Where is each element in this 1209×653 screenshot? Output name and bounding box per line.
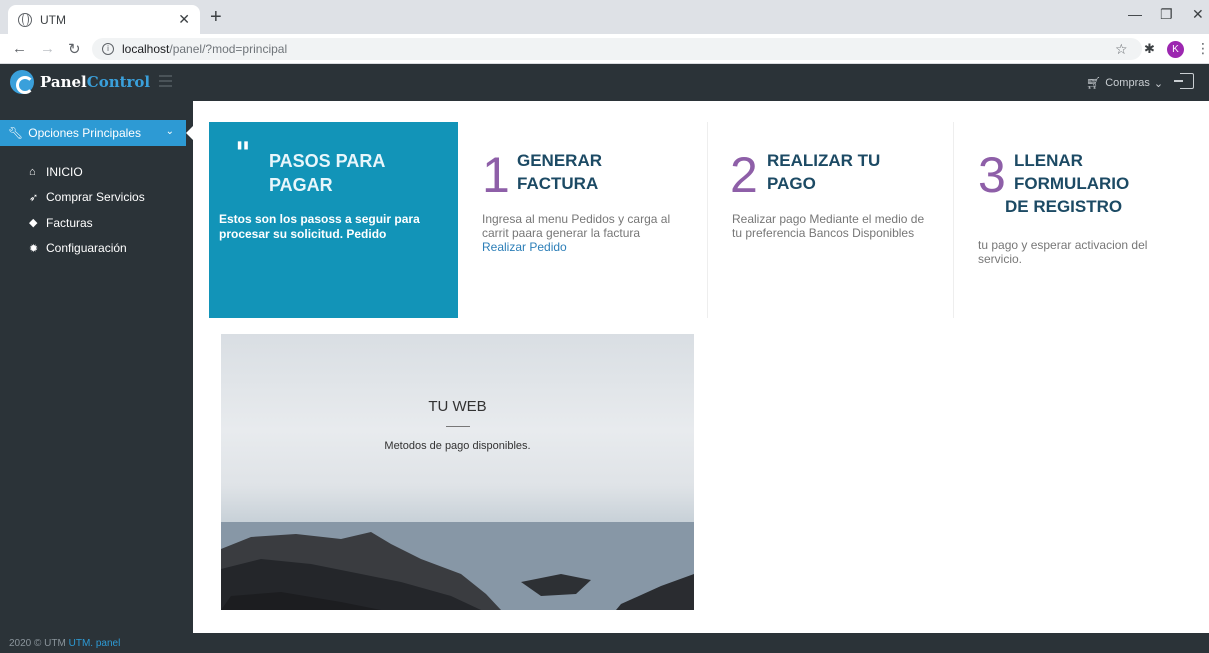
- browser-tab[interactable]: UTM ✕: [8, 5, 200, 34]
- sidebar: 🔧︎ Opciones Principales ⌄ ⌂ INICIO ➶ Com…: [0, 101, 193, 633]
- brand-name: PanelControl: [40, 73, 150, 91]
- step-1: 1 GENERAR FACTURA Ingresa al menu Pedido…: [470, 122, 706, 318]
- sidebar-item-comprar-servicios[interactable]: ➶ Comprar Servicios: [29, 185, 145, 211]
- sidebar-item-label: Comprar Servicios: [46, 190, 145, 205]
- browser-tab-bar: UTM ✕ + — ❐ ✕: [0, 0, 1209, 34]
- footer-copyright: 2020 © UTM: [9, 638, 66, 649]
- sidebar-item-configuracion[interactable]: ✹ Configuaración: [29, 236, 145, 262]
- divider: [707, 122, 708, 318]
- web-card-subtitle: Metodos de pago disponibles.: [384, 440, 531, 452]
- app-header: PanelControl 🛒︎ Compras ⌄: [0, 64, 1209, 101]
- quote-icon: ": [235, 136, 251, 171]
- sidebar-item-facturas[interactable]: ◆ Facturas: [29, 210, 145, 236]
- compras-label: Compras: [1105, 77, 1150, 89]
- step-title-line: FORMULARIO: [1014, 174, 1130, 193]
- sidebar-item-inicio[interactable]: ⌂ INICIO: [29, 159, 145, 185]
- info-icon[interactable]: i: [102, 43, 114, 55]
- menu-kebab-icon[interactable]: ⋮: [1196, 40, 1209, 57]
- realizar-pedido-link[interactable]: Realizar Pedido: [482, 240, 567, 254]
- seascape-image: [221, 522, 694, 610]
- step-title: GENERAR FACTURA: [517, 151, 603, 193]
- brand-name-part1: Panel: [40, 73, 87, 91]
- reload-icon[interactable]: ↻: [68, 40, 81, 58]
- gear-icon: ✹: [29, 242, 39, 255]
- sidebar-item-label: Facturas: [46, 215, 93, 230]
- forward-icon[interactable]: →: [40, 40, 55, 57]
- home-icon: ⌂: [29, 165, 36, 178]
- extensions-icon[interactable]: ✱: [1144, 41, 1155, 57]
- brand-logo-link[interactable]: PanelControl: [10, 70, 150, 94]
- sidebar-items: ⌂ INICIO ➶ Comprar Servicios ◆ Facturas …: [29, 159, 145, 261]
- divider: [446, 426, 470, 427]
- step-description: Ingresa al menu Pedidos y carga al carri…: [482, 212, 671, 240]
- sidebar-section-label: Opciones Principales: [28, 126, 141, 140]
- sidebar-item-label: INICIO: [46, 164, 83, 179]
- url-path: /panel/?mod=principal: [169, 42, 288, 56]
- step-number: 2: [730, 147, 758, 203]
- step-3: 3 LLENAR FORMULARIO DE REGISTRO tu pago …: [966, 122, 1202, 318]
- logout-icon[interactable]: [1174, 73, 1194, 89]
- step-number: 1: [482, 147, 510, 203]
- step-text: tu pago y esperar activacion del servici…: [978, 238, 1148, 266]
- step-title: REALIZAR TU PAGO: [767, 151, 881, 193]
- new-tab-icon[interactable]: +: [210, 6, 222, 29]
- wrench-icon: 🔧︎: [8, 126, 24, 140]
- step-text: Realizar pago Mediante el medio de tu pr…: [732, 212, 925, 240]
- compras-dropdown[interactable]: 🛒︎ Compras ⌄: [1086, 76, 1163, 90]
- profile-avatar[interactable]: K: [1167, 41, 1184, 58]
- step-2: 2 REALIZAR TU PAGO Realizar pago Mediant…: [720, 122, 952, 318]
- sidebar-section-opciones-principales[interactable]: 🔧︎ Opciones Principales ⌄: [0, 120, 193, 146]
- logo-icon: [10, 70, 34, 94]
- send-icon: ➶: [29, 191, 39, 204]
- step-title-line: LLENAR: [1014, 151, 1083, 170]
- url-host: localhost: [122, 42, 170, 56]
- address-bar: ← → ↻ i localhost/panel/?mod=principal ☆…: [0, 34, 1209, 64]
- minimize-icon[interactable]: —: [1128, 6, 1142, 22]
- step-number: 3: [978, 147, 1006, 203]
- close-window-icon[interactable]: ✕: [1192, 6, 1204, 23]
- divider: [953, 122, 954, 318]
- steps-hero-text: Estos son los pasoss a seguir para proce…: [219, 212, 420, 241]
- step-title: LLENAR FORMULARIO DE REGISTRO: [1005, 149, 1164, 218]
- web-card-title: TU WEB: [428, 398, 487, 415]
- tab-close-icon[interactable]: ✕: [178, 11, 190, 28]
- maximize-icon[interactable]: ❐: [1160, 6, 1173, 23]
- step-title-line: DE REGISTRO: [1005, 197, 1123, 216]
- back-icon[interactable]: ←: [12, 40, 27, 57]
- footer: 2020 © UTM UTM. panel: [0, 633, 1209, 653]
- tag-icon: ◆: [29, 217, 38, 230]
- brand-name-part2: Control: [86, 73, 151, 91]
- web-payment-card: TU WEB Metodos de pago disponibles.: [221, 334, 694, 610]
- tab-title: UTM: [40, 12, 66, 27]
- footer-link[interactable]: UTM. panel: [69, 638, 121, 649]
- sidebar-item-label: Configuaración: [46, 241, 127, 256]
- globe-icon: [18, 12, 32, 27]
- chevron-down-icon: ⌄: [1153, 77, 1164, 90]
- chevron-down-icon: ⌄: [165, 126, 174, 137]
- url-field[interactable]: i localhost/panel/?mod=principal: [92, 38, 1142, 60]
- hamburger-menu-icon[interactable]: [159, 75, 172, 87]
- step-text: Ingresa al menu Pedidos y carga al carri…: [482, 212, 697, 254]
- steps-hero-title: PASOS PARA PAGAR: [269, 151, 385, 195]
- cart-icon: 🛒︎: [1086, 76, 1102, 90]
- steps-hero-panel: " PASOS PARA PAGAR Estos son los pasoss …: [209, 122, 458, 318]
- bookmark-star-icon[interactable]: ☆: [1115, 41, 1128, 58]
